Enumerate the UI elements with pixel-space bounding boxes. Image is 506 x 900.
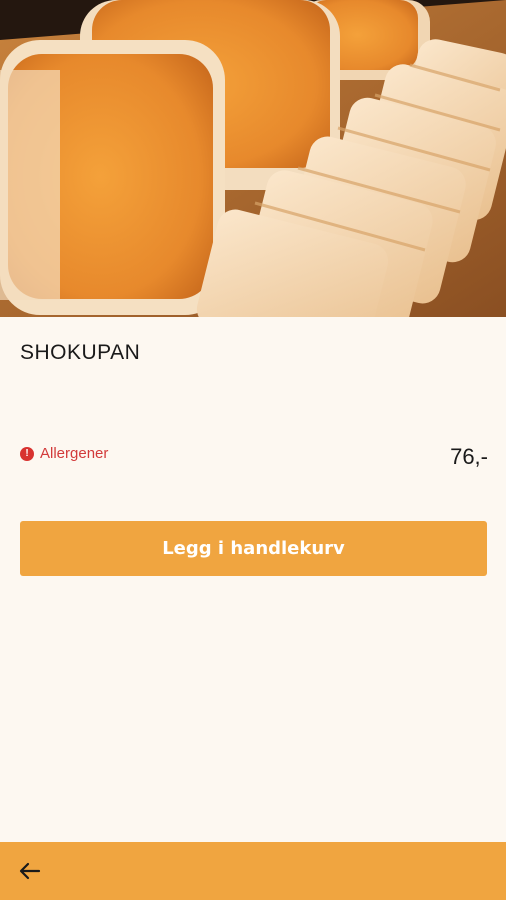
add-to-cart-button[interactable]: Legg i handlekurv — [20, 521, 487, 576]
bottom-nav-bar — [0, 842, 506, 900]
product-title: SHOKUPAN — [20, 341, 141, 364]
warning-icon: ! — [20, 446, 34, 461]
allergen-link[interactable]: ! Allergener — [20, 445, 108, 462]
allergen-label: Allergener — [40, 445, 109, 462]
product-image — [0, 0, 506, 317]
arrow-left-icon — [19, 862, 41, 880]
back-button[interactable] — [16, 858, 44, 884]
product-price: 76,- — [450, 444, 488, 469]
